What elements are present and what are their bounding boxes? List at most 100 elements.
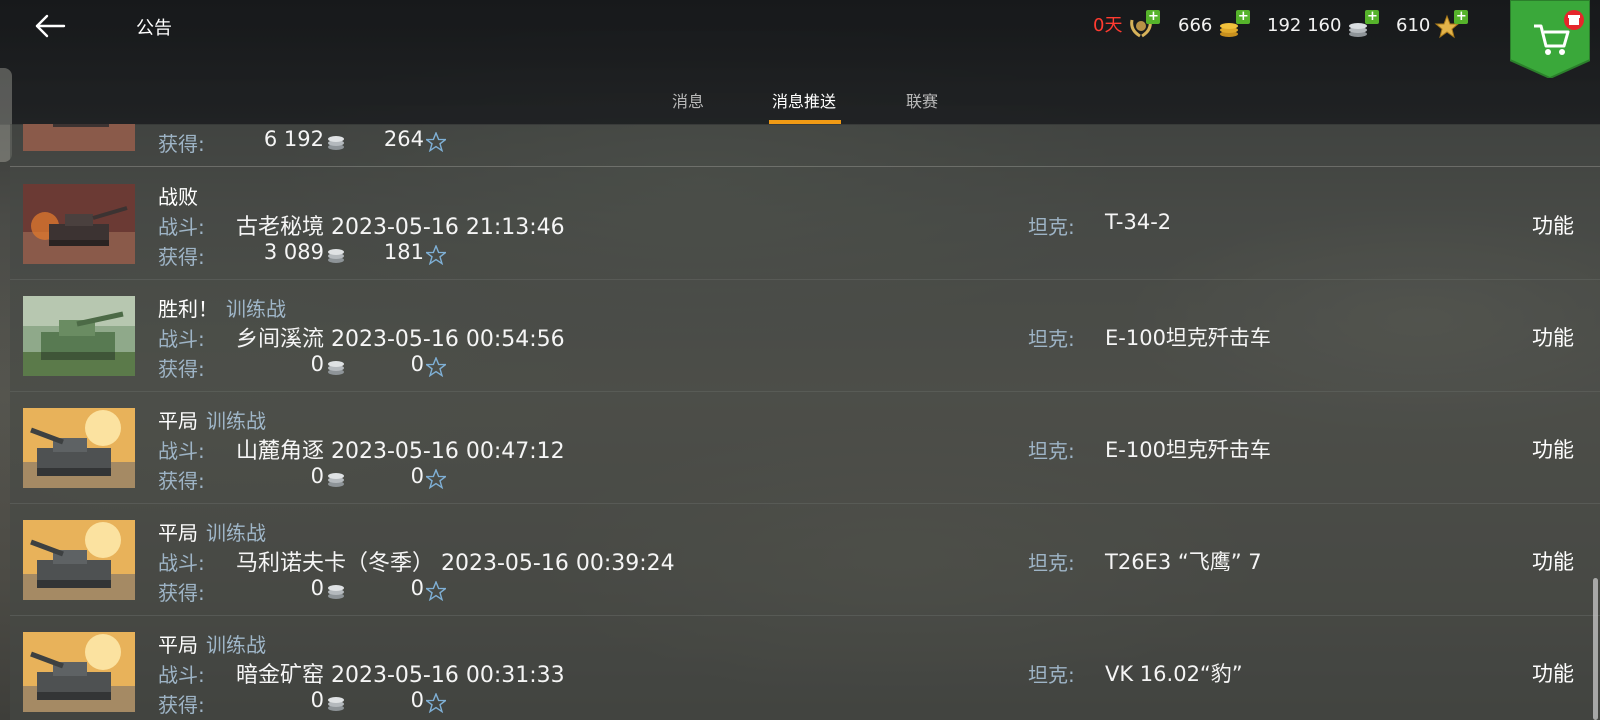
list-item[interactable]: 平局 训练战 战斗: 山麓角逐 2023-05-16 00:47:12 获得: 0… <box>10 391 1600 504</box>
xp-earned: 0 <box>410 352 424 376</box>
xp-earned: 264 <box>383 127 424 151</box>
battle-mode: 训练战 <box>206 521 266 545</box>
battle-thumbnail <box>23 632 135 712</box>
battle-mode: 训练战 <box>206 633 266 657</box>
silver-earned: 0 <box>310 576 324 600</box>
battle-result: 胜利！ 训练战 <box>158 297 286 321</box>
back-arrow-icon <box>35 14 66 38</box>
battle-label: 战斗: <box>158 551 205 575</box>
silver-coins-icon: + <box>1345 10 1380 40</box>
silver-earned: 3 089 <box>263 240 324 264</box>
tank-name: E-100坦克歼击车 <box>1105 438 1271 462</box>
tank-label: 坦克: <box>1028 327 1075 351</box>
function-button[interactable]: 功能 <box>1532 658 1574 688</box>
gold-counter[interactable]: 666 + <box>1178 10 1251 40</box>
premium-days-value: 0天 <box>1093 15 1123 36</box>
battle-result: 平局 训练战 <box>158 633 266 657</box>
battle-result: 平局 训练战 <box>158 521 266 545</box>
function-button[interactable]: 功能 <box>1532 210 1574 240</box>
list-item[interactable]: 平局 训练战 战斗: 暗金矿窑 2023-05-16 00:31:33 获得: 0… <box>10 615 1600 720</box>
battle-thumbnail <box>23 124 135 151</box>
earned-label: 获得: <box>158 693 205 717</box>
silver-counter[interactable]: 192 160 + <box>1267 10 1380 40</box>
battle-map-time: 暗金矿窑 2023-05-16 00:31:33 <box>236 663 565 688</box>
battle-result: 战败 <box>158 185 198 209</box>
function-button[interactable]: 功能 <box>1532 546 1574 576</box>
page-title: 公告 <box>136 18 172 39</box>
function-button[interactable]: 功能 <box>1532 434 1574 464</box>
earned-label: 获得: <box>158 132 205 156</box>
tank-label: 坦克: <box>1028 215 1075 239</box>
silver-coins-icon <box>328 361 344 375</box>
list-item[interactable]: 获得: 6 192 264 <box>10 124 1600 167</box>
silver-coins-icon <box>328 585 344 599</box>
silver-earned: 0 <box>310 688 324 712</box>
xp-earned: 0 <box>410 576 424 600</box>
gold-plus-icon[interactable]: + <box>1236 10 1251 24</box>
battle-map-time: 马利诺夫卡（冬季） 2023-05-16 00:39:24 <box>236 551 675 576</box>
tab-league[interactable]: 联赛 <box>904 88 940 124</box>
battle-mode: 训练战 <box>226 297 286 321</box>
tank-label: 坦克: <box>1028 663 1075 687</box>
tab-bar: 消息 消息推送 联赛 <box>0 80 1600 124</box>
premium-laurel-icon: + <box>1126 10 1161 40</box>
silver-coins-icon <box>328 136 344 150</box>
premium-days-counter[interactable]: 0天 + <box>1093 10 1161 40</box>
list-item[interactable]: 胜利！ 训练战 战斗: 乡间溪流 2023-05-16 00:54:56 获得: … <box>10 279 1600 392</box>
tank-label: 坦克: <box>1028 551 1075 575</box>
silver-plus-icon[interactable]: + <box>1365 10 1380 24</box>
battle-label: 战斗: <box>158 439 205 463</box>
earned-label: 获得: <box>158 357 205 381</box>
free-xp-counter[interactable]: 610 + <box>1396 10 1469 40</box>
battle-label: 战斗: <box>158 663 205 687</box>
xp-star-icon <box>426 132 446 152</box>
tab-messages[interactable]: 消息 <box>670 88 706 124</box>
list-item[interactable]: 平局 训练战 战斗: 马利诺夫卡（冬季） 2023-05-16 00:39:24 … <box>10 503 1600 616</box>
tank-name: T26E3 “飞鹰” 7 <box>1105 550 1262 574</box>
premium-plus-icon[interactable]: + <box>1146 10 1161 24</box>
battle-label: 战斗: <box>158 327 205 351</box>
free-xp-plus-icon[interactable]: + <box>1454 10 1469 24</box>
tank-name: VK 16.02“豹” <box>1105 662 1243 686</box>
battle-map-time: 山麓角逐 2023-05-16 00:47:12 <box>236 439 565 464</box>
tank-label: 坦克: <box>1028 439 1075 463</box>
shop-button[interactable] <box>1509 0 1591 80</box>
free-xp-star-icon: + <box>1434 10 1469 40</box>
battle-label: 战斗: <box>158 215 205 239</box>
silver-earned: 0 <box>310 352 324 376</box>
gold-coins-icon: + <box>1216 10 1251 40</box>
battle-map-time: 古老秘境 2023-05-16 21:13:46 <box>236 215 565 240</box>
xp-star-icon <box>426 245 446 265</box>
battle-thumbnail <box>23 184 135 264</box>
xp-earned: 181 <box>383 240 424 264</box>
free-xp-value: 610 <box>1396 15 1431 36</box>
message-list[interactable]: 获得: 6 192 264 战败 战斗: 古老秘境 2023-05-16 21:… <box>10 124 1600 720</box>
gift-badge-icon <box>1564 10 1584 30</box>
silver-coins-icon <box>328 697 344 711</box>
xp-earned: 0 <box>410 464 424 488</box>
tank-name: E-100坦克歼击车 <box>1105 326 1271 350</box>
xp-star-icon <box>426 581 446 601</box>
battle-mode: 训练战 <box>206 409 266 433</box>
silver-earned: 6 192 <box>263 127 324 151</box>
list-scrollbar[interactable] <box>1593 578 1598 720</box>
earned-label: 获得: <box>158 469 205 493</box>
silver-coins-icon <box>328 473 344 487</box>
tank-name: T-34-2 <box>1105 210 1172 234</box>
function-button[interactable]: 功能 <box>1532 322 1574 352</box>
xp-earned: 0 <box>410 688 424 712</box>
battle-thumbnail <box>23 408 135 488</box>
battle-map-time: 乡间溪流 2023-05-16 00:54:56 <box>236 327 565 352</box>
battle-thumbnail <box>23 296 135 376</box>
tab-message-push[interactable]: 消息推送 <box>770 88 838 124</box>
silver-earned: 0 <box>310 464 324 488</box>
xp-star-icon <box>426 469 446 489</box>
xp-star-icon <box>426 357 446 377</box>
list-item[interactable]: 战败 战斗: 古老秘境 2023-05-16 21:13:46 获得: 3 08… <box>10 167 1600 280</box>
silver-value: 192 160 <box>1267 15 1342 36</box>
xp-star-icon <box>426 693 446 713</box>
silver-coins-icon <box>328 249 344 263</box>
battle-result: 平局 训练战 <box>158 409 266 433</box>
gold-value: 666 <box>1178 15 1213 36</box>
back-button[interactable] <box>28 8 72 48</box>
